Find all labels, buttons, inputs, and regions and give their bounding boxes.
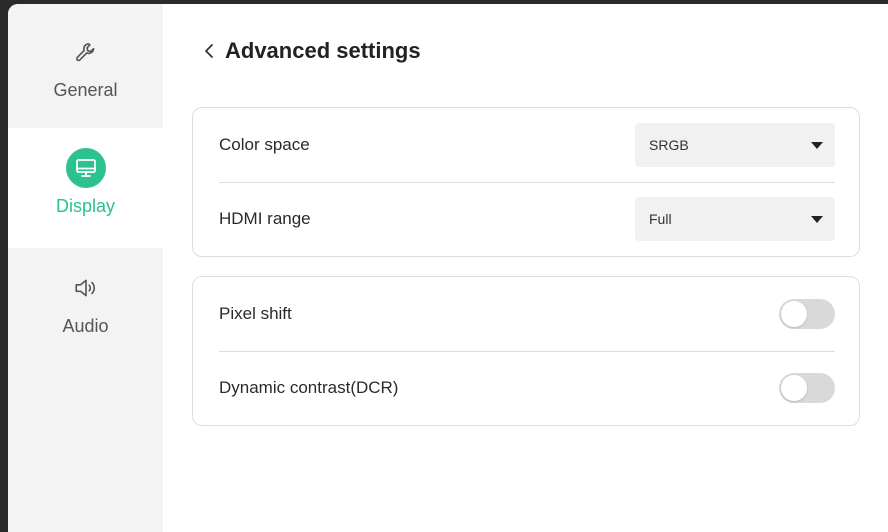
sidebar-item-display[interactable]: Display (8, 128, 163, 248)
pixel-shift-toggle[interactable] (779, 299, 835, 329)
settings-card-image: Pixel shift Dynamic contrast(DCR) (192, 276, 860, 426)
sidebar-item-general[interactable]: General (8, 12, 163, 132)
page-header: Advanced settings (203, 38, 421, 64)
toggle-knob (781, 301, 807, 327)
main-content: Advanced settings Color space SRGB HDMI … (163, 4, 888, 532)
hdmi-range-label: HDMI range (219, 209, 311, 228)
color-space-select[interactable]: SRGB (635, 123, 835, 167)
sidebar-item-label: Display (55, 196, 116, 216)
dcr-label: Dynamic contrast(DCR) (219, 378, 399, 397)
setting-row-color-space: Color space SRGB (219, 108, 835, 182)
caret-down-icon (811, 215, 823, 223)
setting-row-dcr: Dynamic contrast(DCR) (219, 351, 835, 425)
caret-down-icon (811, 141, 823, 149)
settings-card-display: Color space SRGB HDMI range Full (192, 107, 860, 257)
monitor-icon (65, 148, 106, 188)
sidebar-item-audio[interactable]: Audio (8, 248, 163, 368)
settings-window: General Display Audio Advanced settings … (8, 4, 888, 532)
sidebar: General Display Audio (8, 4, 163, 532)
toggle-knob (781, 375, 807, 401)
color-space-value: SRGB (649, 137, 689, 153)
chevron-left-icon[interactable] (203, 39, 219, 63)
speaker-icon (66, 268, 106, 308)
hdmi-range-value: Full (649, 211, 672, 227)
setting-row-hdmi-range: HDMI range Full (219, 182, 835, 256)
pixel-shift-label: Pixel shift (219, 304, 292, 323)
sidebar-item-label: Audio (62, 316, 109, 336)
sidebar-item-label: General (53, 80, 118, 100)
color-space-label: Color space (219, 135, 310, 154)
dcr-toggle[interactable] (779, 373, 835, 403)
page-title: Advanced settings (225, 38, 421, 63)
hdmi-range-select[interactable]: Full (635, 197, 835, 241)
setting-row-pixel-shift: Pixel shift (219, 277, 835, 351)
wrench-icon (66, 32, 106, 72)
